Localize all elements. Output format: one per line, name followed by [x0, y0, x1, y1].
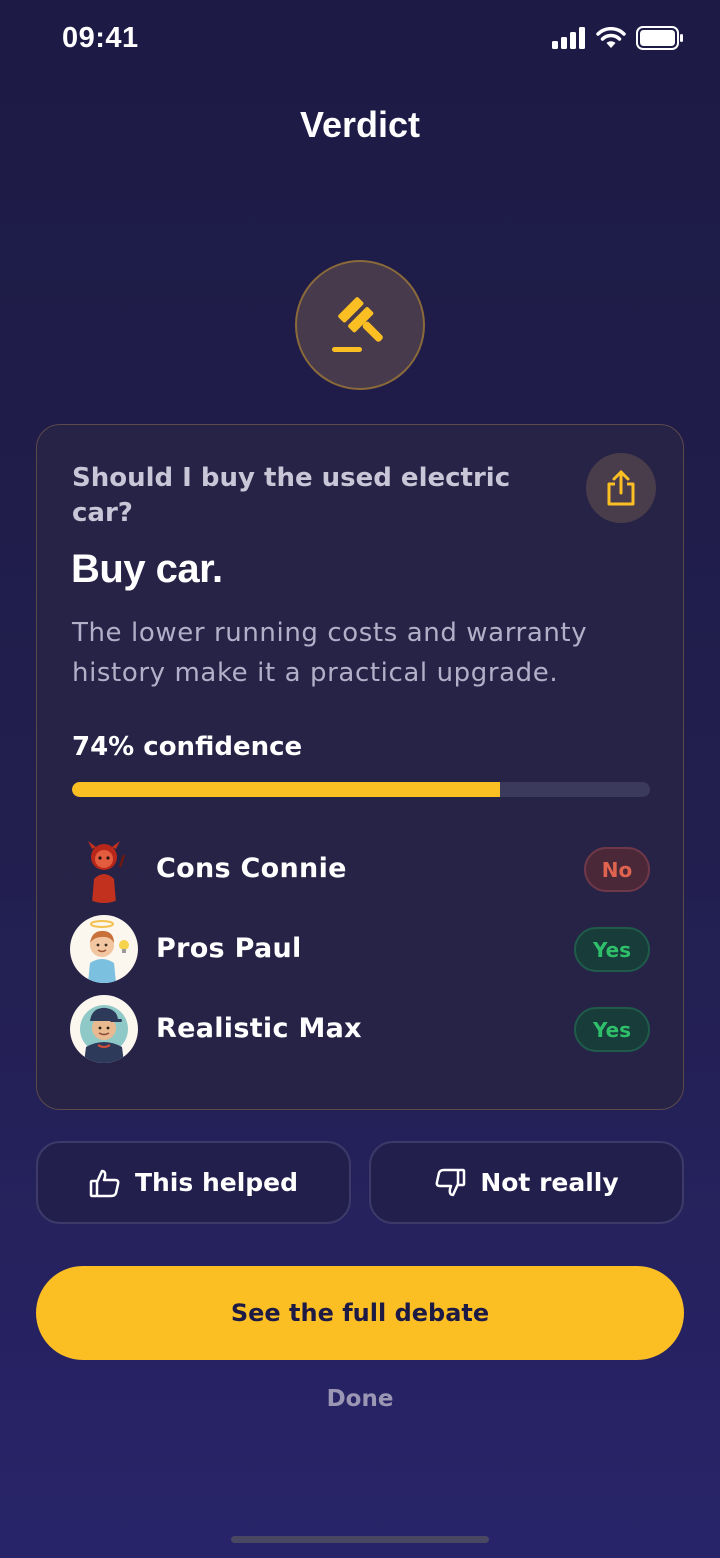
agent-name: Cons Connie [156, 853, 347, 884]
agent-name: Pros Paul [156, 933, 302, 964]
question-text: Should I buy the used electric car? [72, 463, 511, 528]
status-bar: 09:41 [0, 0, 720, 80]
battery-icon [636, 26, 683, 50]
vote-badge-no: No [584, 847, 650, 892]
not-really-label: Not really [480, 1168, 619, 1197]
agent-row: Realistic Max Yes [70, 995, 650, 1065]
confidence-bar-fill [72, 782, 500, 797]
avatar [70, 915, 138, 983]
wifi-icon [596, 27, 626, 48]
share-button[interactable] [586, 453, 656, 523]
page-title: Verdict [299, 104, 421, 145]
verdict-card: Should I buy the used electric car? Buy … [36, 424, 684, 1110]
verdict-text: Buy car. [71, 547, 223, 591]
agent-row: Cons Connie No [70, 835, 650, 905]
vote-badge-yes: Yes [574, 927, 650, 972]
this-helped-button[interactable]: This helped [36, 1141, 351, 1224]
agent-name: Realistic Max [156, 1013, 362, 1044]
avatar [70, 995, 138, 1063]
this-helped-label: This helped [134, 1168, 299, 1197]
confidence-bar [72, 782, 650, 797]
thumbs-down-icon [435, 1168, 466, 1196]
pros-paul-avatar-icon [70, 915, 138, 983]
cons-connie-avatar-icon [70, 835, 138, 903]
gavel-icon [332, 297, 383, 352]
status-icons [552, 26, 684, 50]
done-button[interactable]: Done [0, 1386, 720, 1412]
confidence-label: 74% confidence [72, 732, 303, 762]
cellular-signal-icon [552, 27, 585, 49]
vote-badge-yes: Yes [574, 1007, 650, 1052]
not-really-button[interactable]: Not really [369, 1141, 684, 1224]
verdict-summary: The lower running costs and warranty his… [72, 618, 588, 688]
agent-row: Pros Paul Yes [70, 915, 650, 985]
see-full-debate-button[interactable]: See the full debate [36, 1266, 684, 1360]
avatar [70, 835, 138, 903]
share-icon [607, 470, 635, 506]
realistic-max-avatar-icon [70, 995, 138, 1063]
thumbs-up-icon [89, 1169, 120, 1197]
verdict-badge [295, 260, 425, 390]
status-time: 09:41 [62, 22, 139, 54]
home-indicator [231, 1536, 489, 1543]
